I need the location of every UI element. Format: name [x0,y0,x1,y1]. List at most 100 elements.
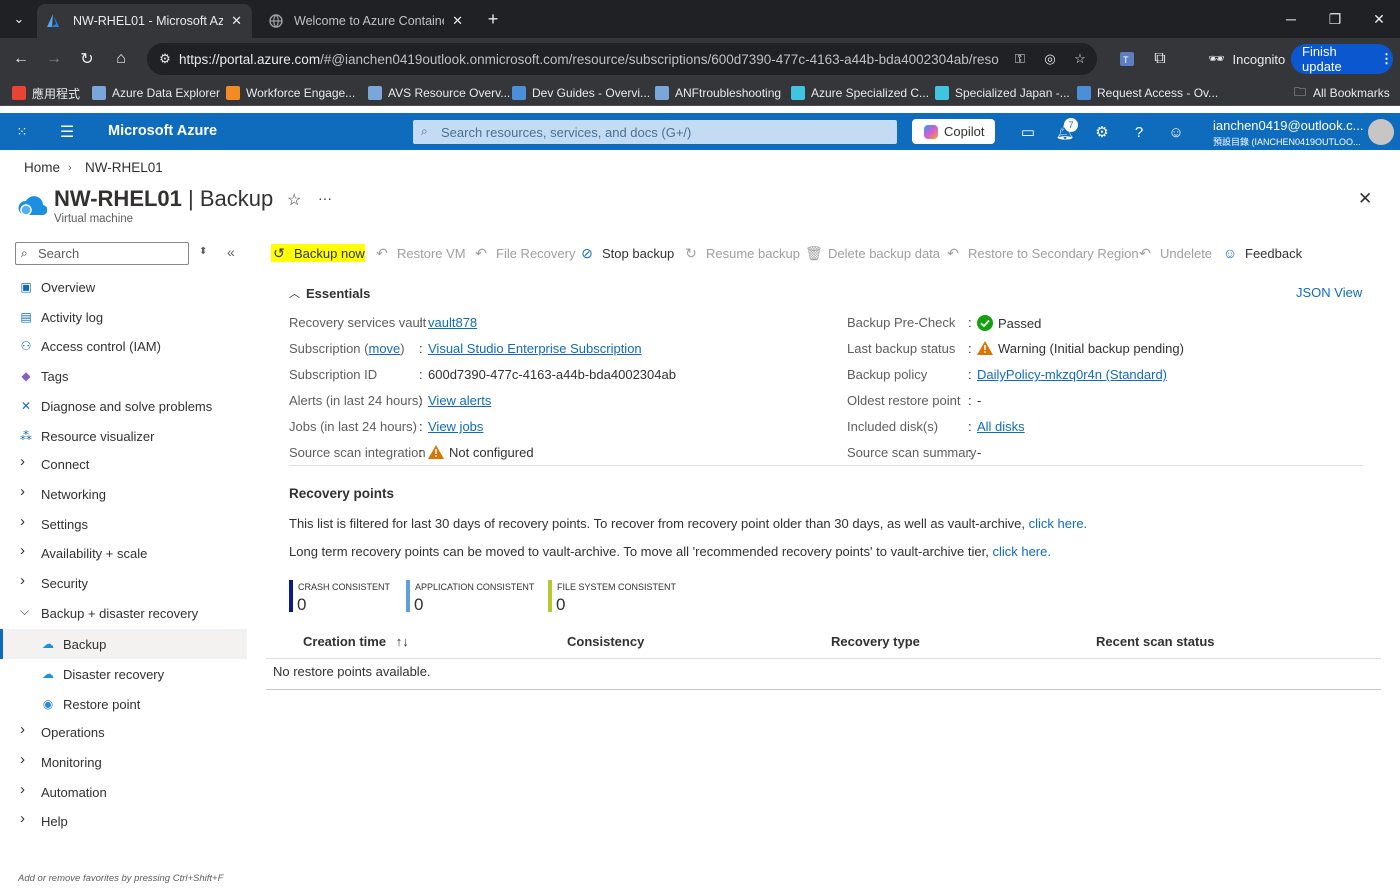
bookmark-item[interactable]: Workforce Engage... [226,84,355,102]
column-header-recent-scan-status[interactable]: Recent scan status [1096,634,1215,649]
bookmark-item[interactable]: 應用程式 [12,84,80,102]
sort-toggle-icon[interactable]: ⬍ [199,246,207,257]
restore-secondary-region-button[interactable]: ↶ Restore to Secondary Region [945,244,1138,262]
sidebar-item-monitoring[interactable]: › Monitoring [0,747,247,777]
eye-off-icon[interactable]: ◎ [1041,51,1059,67]
bookmark-item[interactable]: Specialized Japan -... [935,84,1070,102]
home-icon[interactable]: ⌂ [108,46,134,72]
feedback-person-icon[interactable]: ☺ [1164,120,1188,144]
browser-tab-active[interactable]: NW-RHEL01 - Microsoft Azure ✕ [37,4,252,38]
essentials-value[interactable]: All disks [977,419,1025,434]
bookmark-item[interactable]: ANFtroubleshooting [655,84,781,102]
sidebar-item-resource-visualizer[interactable]: ⁂ Resource visualizer [0,421,247,451]
password-key-icon[interactable]: ⚿ [1011,51,1029,67]
column-header-consistency[interactable]: Consistency [567,634,644,649]
favorite-star-icon[interactable]: ☆ [287,190,301,210]
restore-vm-button[interactable]: ↶ Restore VM [374,244,466,262]
resume-backup-button[interactable]: ↻ Resume backup [683,244,800,262]
json-view-link[interactable]: JSON View [1296,285,1362,300]
browser-tab[interactable]: Welcome to Azure Container In ✕ [258,4,473,38]
bookmark-star-icon[interactable]: ☆ [1071,51,1089,67]
restore-window-icon[interactable]: ❐ [1312,0,1358,38]
account-email[interactable]: ianchen0419@outlook.c... [1213,118,1364,133]
column-header-creation-time[interactable]: Creation time ↑↓ [303,634,409,649]
breadcrumb-home[interactable]: Home [24,160,60,175]
backup-now-button[interactable]: ↺ Backup now [271,244,365,262]
hamburger-menu-icon[interactable]: ☰ [55,120,79,144]
help-question-icon[interactable]: ? [1127,120,1151,144]
all-bookmarks[interactable]: 🗀 All Bookmarks [1294,84,1390,102]
sidebar-item-security[interactable]: › Security [0,568,247,598]
move-subscription-link[interactable]: move [369,341,401,356]
site-info-icon[interactable]: ⚙ [156,51,174,67]
minimize-icon[interactable]: ─ [1268,0,1314,38]
azure-brand[interactable]: Microsoft Azure [108,123,217,139]
close-blade-icon[interactable]: ✕ [1358,189,1372,209]
close-tab-icon[interactable]: ✕ [452,13,463,29]
column-label: Creation time [303,634,387,649]
click-here-link[interactable]: click here. [992,544,1051,559]
essentials-value[interactable]: View alerts [428,393,491,408]
incognito-badge[interactable]: 🕶︎ Incognito [1196,44,1297,74]
collapse-sidebar-icon[interactable]: « [227,244,235,260]
stop-backup-button[interactable]: ⊘ Stop backup [579,244,674,262]
reload-icon[interactable]: ↻ [74,46,100,72]
sidebar-item-activity-log[interactable]: ▤ Activity log [0,302,247,332]
recovery-point-count-tile[interactable]: APPLICATION CONSISTENT 0 [406,580,534,614]
finish-update-button[interactable]: Finish update ⋮ [1291,44,1393,74]
undelete-button[interactable]: ↶ Undelete [1137,244,1212,262]
sidebar-item-automation[interactable]: › Automation [0,777,247,807]
copilot-button[interactable]: Copilot [912,119,995,144]
sidebar-item-help[interactable]: › Help [0,806,247,836]
cloud-shell-icon[interactable]: ▭ [1016,120,1040,144]
sidebar-item-disaster-recovery[interactable]: ☁ Disaster recovery [0,659,247,689]
more-actions-icon[interactable]: ··· [318,190,332,206]
sidebar-item-restore-point[interactable]: ◉ Restore point [0,689,247,719]
extension-app-icon[interactable]: T [1114,46,1140,72]
new-tab-icon[interactable]: + [480,6,506,32]
column-header-recovery-type[interactable]: Recovery type [831,634,920,649]
bookmark-item[interactable]: AVS Resource Overv... [368,84,510,102]
bookmark-item[interactable]: Request Access - Ov... [1077,84,1218,102]
address-bar[interactable]: ⚙ https://portal.azure.com/#@ianchen0419… [147,43,1097,75]
sidebar-item-connect[interactable]: › Connect [0,449,247,479]
bookmark-item[interactable]: Azure Specialized C... [791,84,929,102]
essentials-toggle[interactable]: ︿ Essentials [289,285,370,301]
sidebar-item-diagnose-and-solve-problems[interactable]: ✕ Diagnose and solve problems [0,391,247,421]
file-recovery-button[interactable]: ↶ File Recovery [473,244,575,262]
delete-backup-data-button[interactable]: 🗑︎ Delete backup data [805,244,940,262]
bookmark-label: Workforce Engage... [246,86,356,100]
sidebar-item-settings[interactable]: › Settings [0,509,247,539]
sidebar-item-networking[interactable]: › Networking [0,479,247,509]
recovery-point-count-tile[interactable]: FILE SYSTEM CONSISTENT 0 [548,580,676,614]
essentials-value[interactable]: Visual Studio Enterprise Subscription [428,341,642,356]
sidebar-item-backup-disaster-recovery[interactable]: ⌵ Backup + disaster recovery [0,598,247,628]
global-search-input[interactable]: ⌕ Search resources, services, and docs (… [413,120,897,144]
extensions-puzzle-icon[interactable]: ⧉ [1147,46,1173,72]
breadcrumb-current[interactable]: NW-RHEL01 [85,160,163,175]
essentials-value[interactable]: DailyPolicy-mkzq0r4n (Standard) [977,367,1167,382]
click-here-link[interactable]: click here. [1029,516,1088,531]
account-directory[interactable]: 預設目錄 (IANCHEN0419OUTLOO... [1213,135,1361,148]
tab-search-chevron-icon[interactable]: ⌄ [6,6,32,32]
back-icon[interactable]: ← [8,46,34,72]
feedback-button[interactable]: ☺ Feedback [1222,244,1302,262]
sidebar-search-input[interactable]: ⌕ Search [15,242,189,265]
essentials-value[interactable]: View jobs [428,419,483,434]
sidebar-item-operations[interactable]: › Operations [0,717,247,747]
sidebar-item-availability-scale[interactable]: › Availability + scale [0,538,247,568]
close-tab-icon[interactable]: ✕ [231,13,242,29]
bookmark-item[interactable]: Azure Data Explorer [92,84,220,102]
avatar[interactable] [1368,119,1394,145]
bookmark-item[interactable]: Dev Guides - Overvi... [512,84,650,102]
app-launcher-icon[interactable]: ⁙ [10,120,34,144]
sidebar-item-backup[interactable]: ☁ Backup [0,629,247,659]
forward-icon[interactable]: → [41,46,67,72]
sidebar-item-overview[interactable]: ▣ Overview [0,272,247,302]
sidebar-item-access-control-iam[interactable]: ⚇ Access control (IAM) [0,331,247,361]
settings-gear-icon[interactable]: ⚙ [1090,120,1114,144]
recovery-point-count-tile[interactable]: CRASH CONSISTENT 0 [289,580,404,614]
sidebar-item-tags[interactable]: ◆ Tags [0,361,247,391]
close-window-icon[interactable]: ✕ [1356,0,1400,38]
essentials-value[interactable]: vault878 [428,315,477,330]
